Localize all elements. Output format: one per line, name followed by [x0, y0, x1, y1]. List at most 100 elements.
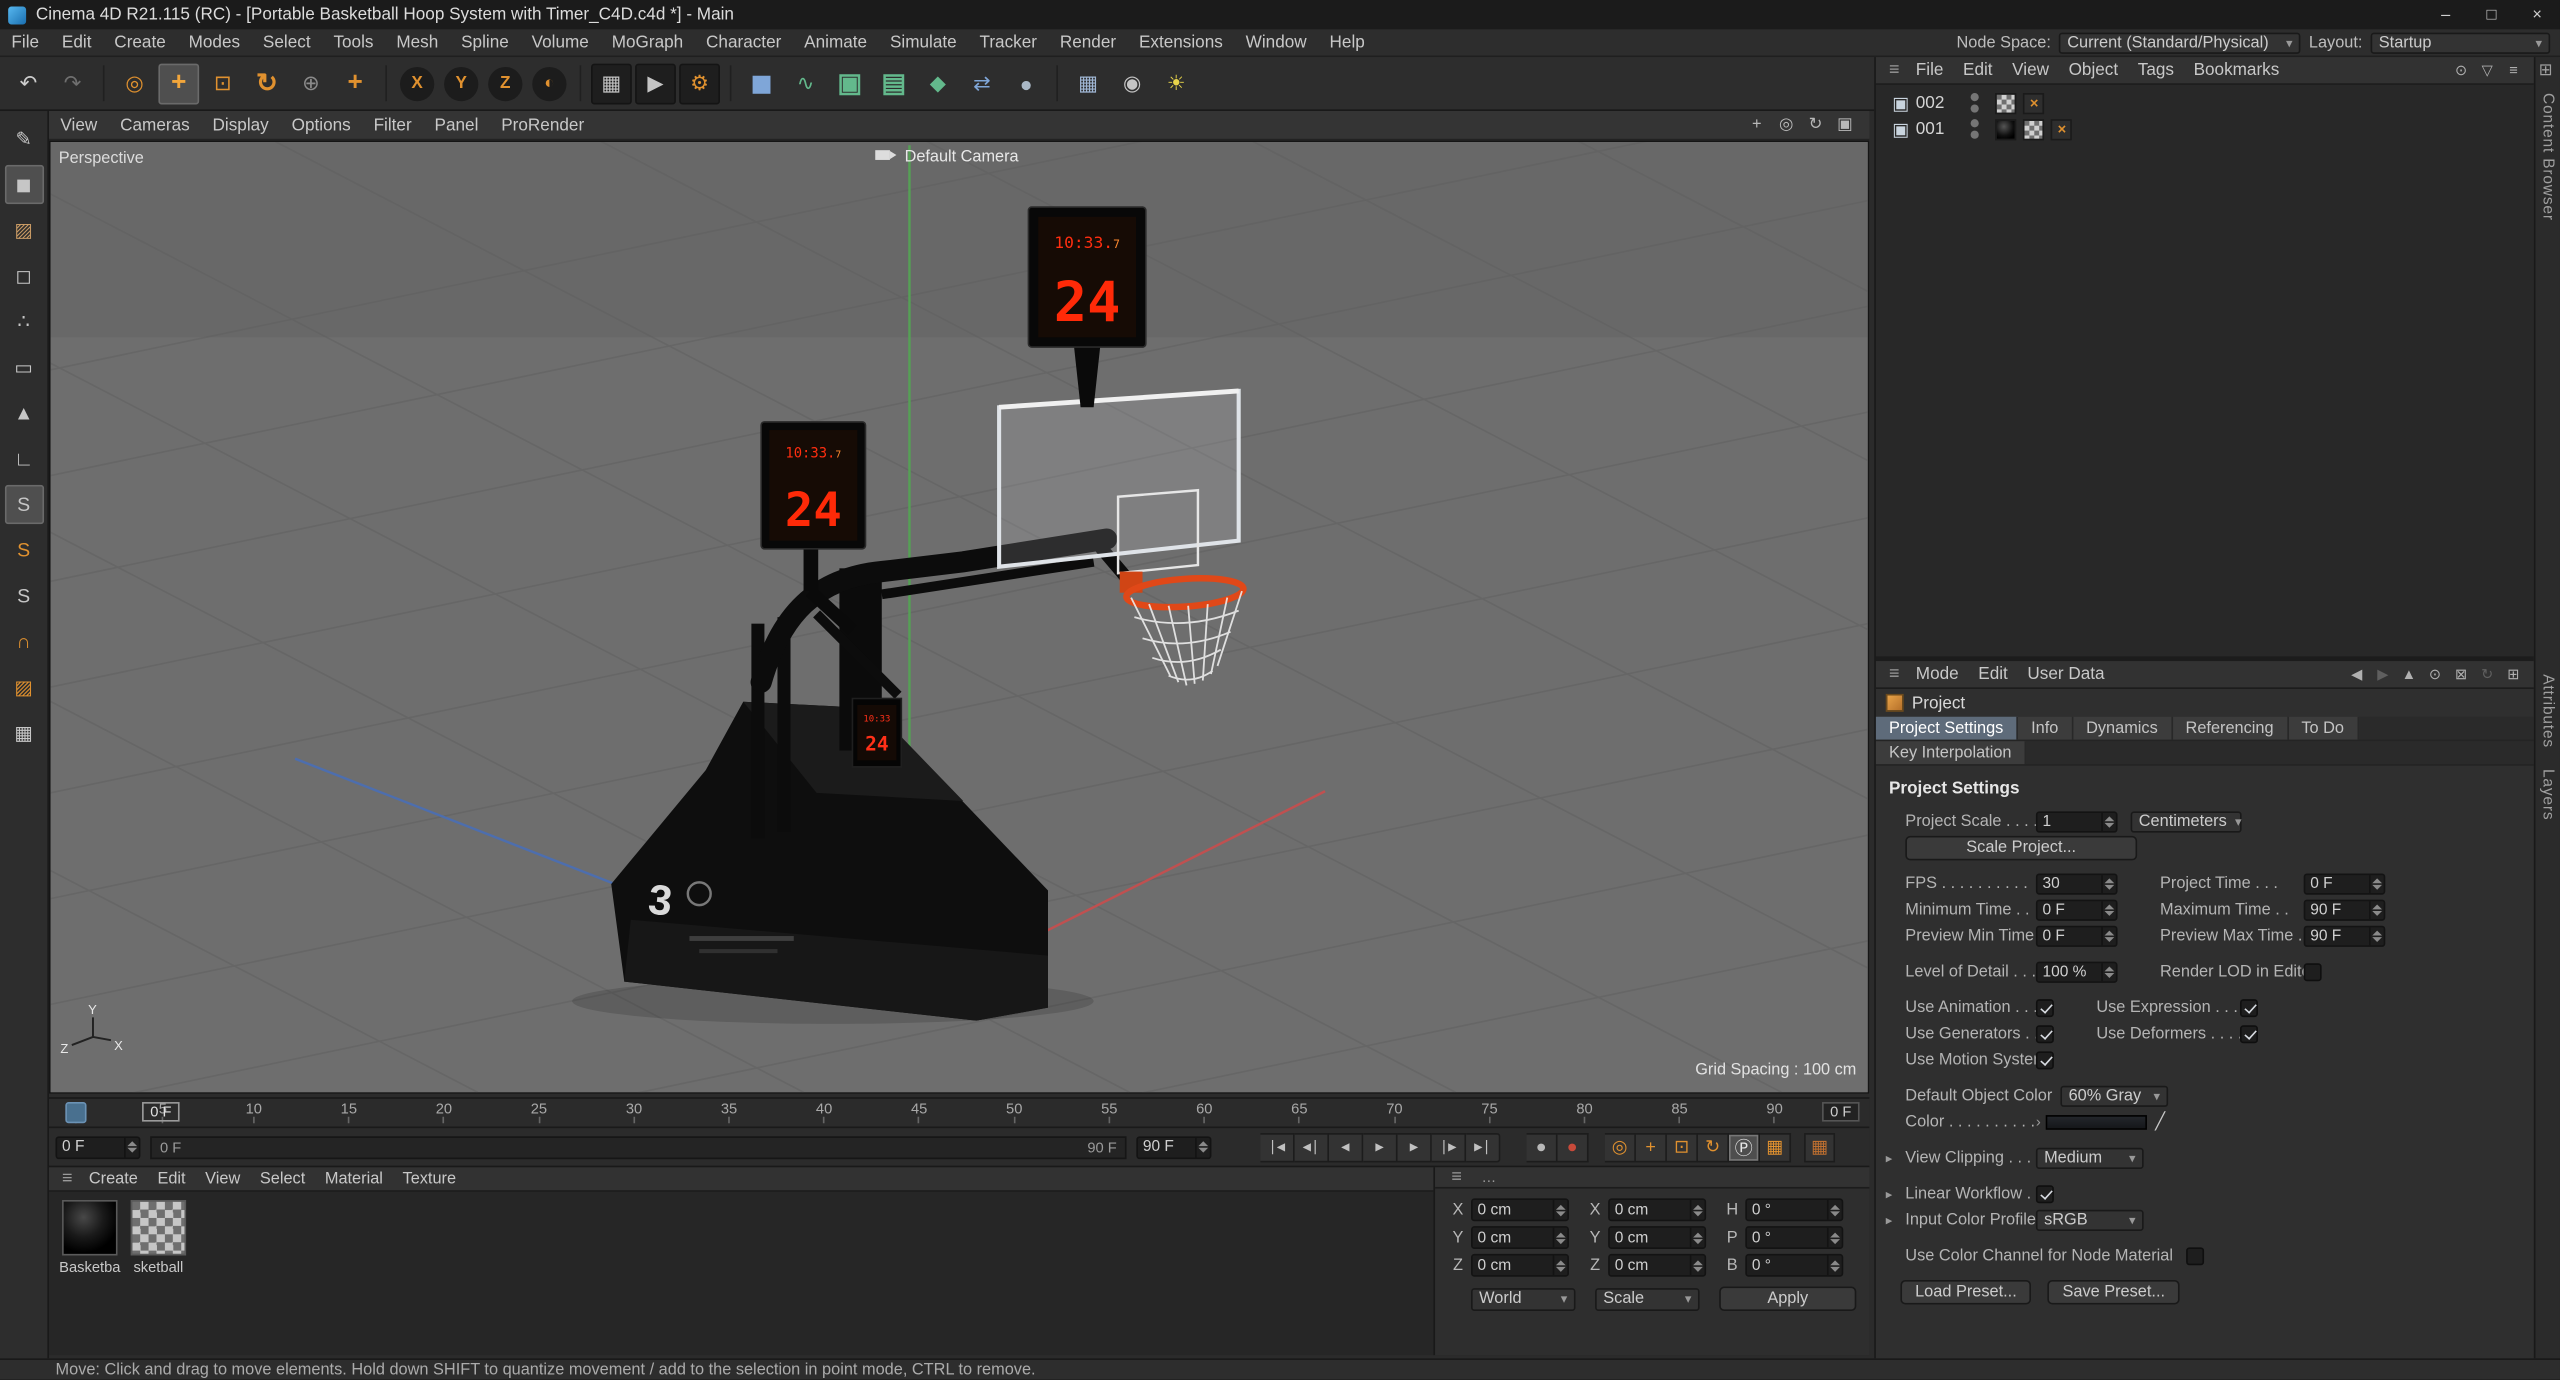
subdivision-surface-button[interactable]: ▣ — [829, 63, 870, 104]
spinner-arrows[interactable] — [1195, 1137, 1210, 1157]
undo-icon[interactable]: ↶ — [8, 63, 49, 104]
last-used-tool[interactable]: ⊕ — [291, 63, 332, 104]
size-field[interactable]: 0 cm — [1608, 1198, 1707, 1222]
load-preset-button[interactable]: Load Preset... — [1900, 1279, 2032, 1304]
menu-volume[interactable]: Volume — [520, 29, 600, 55]
material-thumbnail-checker[interactable] — [130, 1199, 187, 1256]
current-frame-spinner[interactable]: 0 F — [55, 1135, 141, 1159]
coordinate-system-button[interactable]: ◐ — [532, 66, 567, 101]
pan-view-icon[interactable]: + — [1745, 113, 1768, 136]
material-item[interactable]: Basketba — [59, 1199, 121, 1355]
viewport-solo-single-button[interactable]: S — [4, 531, 43, 570]
object-row[interactable]: ▣ 001 × — [1876, 116, 2534, 142]
material-thumbnail-basketball[interactable] — [62, 1199, 118, 1256]
material-menu-texture[interactable]: Texture — [393, 1167, 466, 1190]
camera-object-button[interactable]: ◉ — [1112, 63, 1153, 104]
level-of-detail-field[interactable]: 100 % — [2035, 960, 2118, 983]
material-menu-view[interactable]: View — [195, 1167, 250, 1190]
position-field[interactable]: 0 cm — [1471, 1226, 1569, 1249]
position-field[interactable]: 0 cm — [1471, 1253, 1569, 1277]
history-icon[interactable]: ↻ — [2477, 664, 2498, 685]
hamburger-icon[interactable]: ≡ — [1882, 60, 1906, 80]
lock-y-axis-button[interactable]: Y — [444, 66, 479, 101]
rotate-tool[interactable]: ↻ — [247, 63, 288, 104]
light-object-button[interactable]: ☀ — [1156, 63, 1197, 104]
menu-character[interactable]: Character — [695, 29, 793, 55]
key-parameter-toggle[interactable]: Ⓟ — [1728, 1132, 1760, 1162]
expand-icon[interactable]: › — [2036, 1113, 2041, 1129]
rotation-field[interactable]: 0 ° — [1745, 1226, 1844, 1249]
viewport-solo-off-button[interactable]: S — [4, 484, 44, 525]
viewport-menu-display[interactable]: Display — [201, 111, 280, 139]
tab-key-interpolation[interactable]: Key Interpolation — [1875, 741, 2027, 765]
close-button[interactable]: × — [2514, 0, 2560, 29]
goto-end-button[interactable]: ▶| — [1466, 1132, 1501, 1162]
zoom-view-icon[interactable]: ◎ — [1775, 113, 1798, 136]
object-menu-object[interactable]: Object — [2059, 57, 2128, 83]
lock-z-axis-button[interactable]: Z — [488, 66, 523, 101]
menu-animate[interactable]: Animate — [793, 29, 879, 55]
spinner-arrows[interactable] — [2101, 812, 2116, 831]
more-icon[interactable]: … — [1482, 1169, 1497, 1185]
edges-mode-button[interactable]: ▭ — [4, 348, 43, 387]
quantize-button[interactable]: ▦ — [4, 713, 43, 752]
key-rotation-toggle[interactable]: ↻ — [1697, 1132, 1729, 1162]
object-menu-file[interactable]: File — [1906, 57, 1953, 83]
goto-start-button[interactable]: |◀ — [1260, 1132, 1295, 1162]
visibility-dots[interactable] — [1971, 119, 1980, 139]
search-icon[interactable]: ⊙ — [2424, 664, 2445, 685]
filter-icon[interactable]: ▽ — [2477, 60, 2498, 81]
cube-primitive-button[interactable]: ◼ — [741, 63, 782, 104]
axis-workplane-button[interactable]: ∟ — [4, 439, 43, 478]
array-tool-button[interactable]: ⇄ — [962, 63, 1003, 104]
expander-icon[interactable]: ▸ — [1886, 1212, 1906, 1227]
viewport-menu-view[interactable]: View — [49, 111, 109, 139]
save-preset-button[interactable]: Save Preset... — [2047, 1279, 2180, 1304]
object-list[interactable]: ▣ 002 × ▣ 001 × — [1875, 84, 2534, 657]
redo-icon[interactable]: ↷ — [52, 63, 93, 104]
record-keyframe-button[interactable]: ● — [1557, 1132, 1589, 1162]
forward-icon[interactable]: ▶ — [2372, 664, 2393, 685]
minimize-button[interactable]: – — [2423, 0, 2469, 29]
timeline-ruler[interactable]: 051015202530354045505560657075808590 0 F… — [48, 1097, 1870, 1127]
preview-range-slider[interactable]: 0 F 90 F — [150, 1135, 1127, 1159]
texture-tag-icon[interactable] — [1995, 92, 2017, 114]
material-item[interactable]: sketball — [127, 1199, 189, 1355]
size-field[interactable]: 0 cm — [1608, 1226, 1707, 1249]
preview-max-time-field[interactable]: 90 F — [2303, 924, 2386, 947]
minimum-time-field[interactable]: 0 F — [2035, 898, 2118, 920]
new-panel-icon[interactable]: ⊞ — [2503, 664, 2524, 685]
menu-mograph[interactable]: MoGraph — [600, 29, 694, 55]
menu-extensions[interactable]: Extensions — [1128, 29, 1235, 55]
key-scale-toggle[interactable]: ⊡ — [1666, 1132, 1698, 1162]
menu-spline[interactable]: Spline — [450, 29, 521, 55]
tab-dynamics[interactable]: Dynamics — [2073, 716, 2173, 740]
prev-key-button[interactable]: ◀| — [1294, 1132, 1329, 1162]
size-field[interactable]: 0 cm — [1608, 1253, 1707, 1277]
workplane-mode-button[interactable]: ◻ — [4, 256, 43, 295]
play-button[interactable]: ▶ — [1363, 1132, 1398, 1162]
spline-pen-button[interactable]: ∿ — [785, 63, 826, 104]
expander-icon[interactable]: ▸ — [1886, 1186, 1906, 1201]
color-swatch[interactable] — [2045, 1114, 2147, 1129]
material-menu-select[interactable]: Select — [250, 1167, 315, 1190]
menu-simulate[interactable]: Simulate — [879, 29, 969, 55]
autokey-button[interactable]: ▦ — [1804, 1132, 1836, 1162]
default-object-color-dropdown[interactable]: 60% Gray ▾ — [2060, 1084, 2169, 1107]
current-frame-field[interactable]: 0 F — [1822, 1102, 1860, 1122]
make-editable-button[interactable]: ✎ — [4, 119, 43, 158]
render-view-button[interactable]: ▦ — [591, 62, 632, 104]
scale-tool[interactable]: ⊡ — [202, 63, 243, 104]
floor-object-button[interactable]: ▦ — [1068, 63, 1109, 104]
up-icon[interactable]: ▲ — [2398, 664, 2419, 685]
menu-help[interactable]: Help — [1318, 29, 1376, 55]
tab-layers[interactable]: Layers — [2539, 769, 2557, 820]
rotation-field[interactable]: 0 ° — [1745, 1253, 1844, 1277]
preview-min-time-field[interactable]: 0 F — [2035, 924, 2118, 947]
eyedropper-icon[interactable]: ╱ — [2155, 1113, 2165, 1131]
attribute-menu-mode[interactable]: Mode — [1906, 661, 1968, 687]
use-expression-checkbox[interactable] — [2239, 998, 2258, 1017]
viewport-menu-prorender[interactable]: ProRender — [490, 111, 596, 139]
phong-tag-icon[interactable]: × — [2051, 118, 2073, 140]
texture-tag-icon[interactable] — [2023, 118, 2045, 140]
